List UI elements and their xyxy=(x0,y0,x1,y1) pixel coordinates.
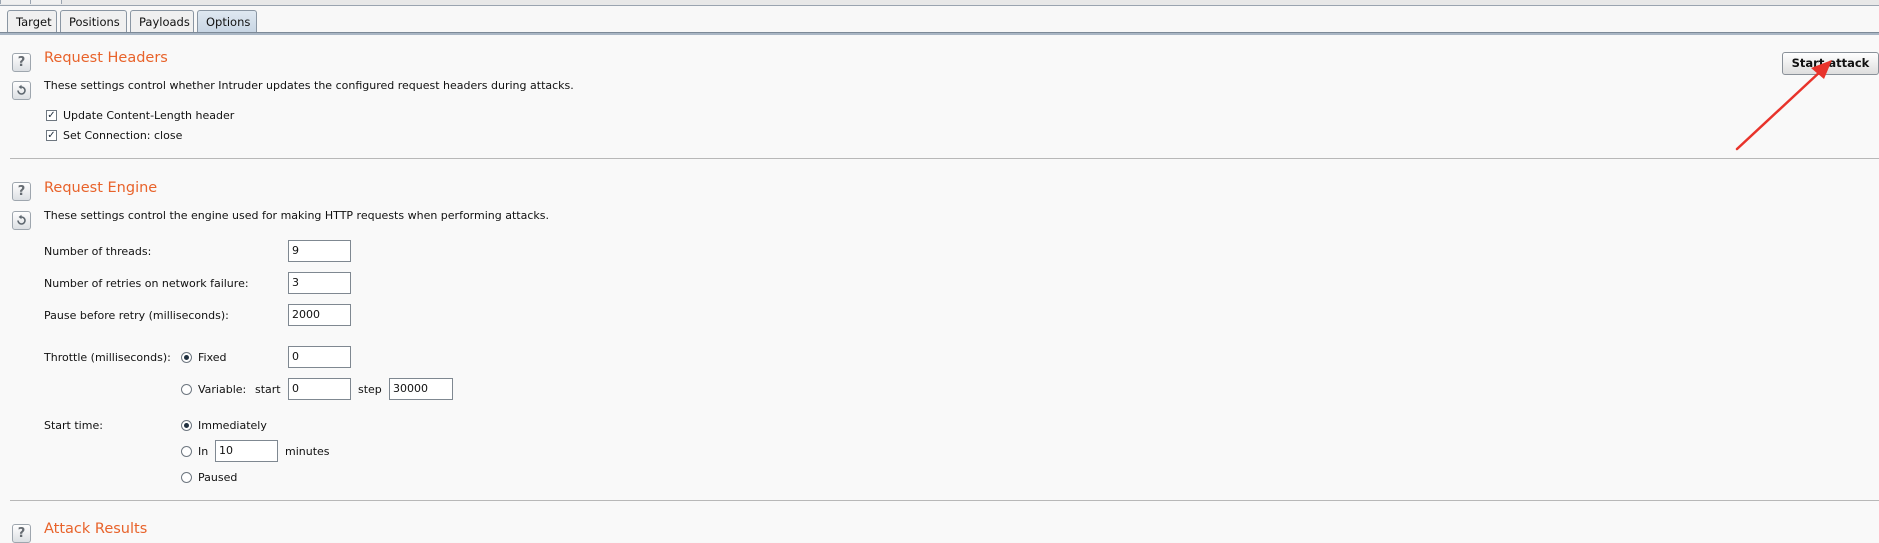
request-headers-description: These settings control whether Intruder … xyxy=(44,79,574,92)
pause-before-retry-input[interactable]: 2000 xyxy=(288,304,351,326)
options-panel xyxy=(0,36,1879,542)
pause-before-retry-label: Pause before retry (milliseconds): xyxy=(44,309,229,322)
update-content-length-label[interactable]: Update Content-Length header xyxy=(63,109,234,122)
start-in-label[interactable]: In xyxy=(198,445,208,458)
help-icon[interactable]: ? xyxy=(12,53,31,72)
top-tab-stub xyxy=(30,0,62,4)
threads-label: Number of threads: xyxy=(44,245,152,258)
request-headers-title: Request Headers xyxy=(44,50,168,66)
start-attack-button[interactable]: Start attack xyxy=(1782,52,1879,75)
tab-target[interactable]: Target xyxy=(7,10,57,32)
throttle-variable-label[interactable]: Variable: xyxy=(198,383,246,396)
retries-input[interactable]: 3 xyxy=(288,272,351,294)
check-mark: ✓ xyxy=(47,130,56,141)
throttle-step-label: step xyxy=(358,383,382,396)
start-in-minutes-input[interactable]: 10 xyxy=(215,440,278,462)
minutes-label: minutes xyxy=(285,445,330,458)
start-immediately-radio[interactable] xyxy=(181,420,192,431)
tab-bar: Target Positions Payloads Options xyxy=(0,8,1879,34)
request-engine-title: Request Engine xyxy=(44,180,158,196)
check-mark: ✓ xyxy=(47,110,56,121)
start-immediately-label[interactable]: Immediately xyxy=(198,419,267,432)
throttle-step-input[interactable]: 30000 xyxy=(389,378,453,400)
throttle-fixed-radio[interactable] xyxy=(181,352,192,363)
start-paused-label[interactable]: Paused xyxy=(198,471,237,484)
tab-positions[interactable]: Positions xyxy=(60,10,127,32)
set-connection-close-checkbox[interactable]: ✓ xyxy=(46,130,57,141)
help-icon[interactable]: ? xyxy=(12,524,31,543)
start-time-label: Start time: xyxy=(44,419,103,432)
window-top-strip xyxy=(0,0,1879,6)
help-icon[interactable]: ? xyxy=(12,182,31,201)
tab-payloads[interactable]: Payloads xyxy=(130,10,194,32)
top-tab-stub xyxy=(0,0,32,4)
reset-icon[interactable] xyxy=(12,81,31,100)
throttle-variable-radio[interactable] xyxy=(181,384,192,395)
attack-results-title: Attack Results xyxy=(44,521,148,537)
tab-underline xyxy=(0,32,1879,35)
start-paused-radio[interactable] xyxy=(181,472,192,483)
retries-label: Number of retries on network failure: xyxy=(44,277,249,290)
section-separator xyxy=(10,500,1879,501)
throttle-fixed-label[interactable]: Fixed xyxy=(198,351,227,364)
tab-options[interactable]: Options xyxy=(197,10,257,32)
throttle-start-label: start xyxy=(255,383,281,396)
reset-icon[interactable] xyxy=(12,211,31,230)
start-in-radio[interactable] xyxy=(181,446,192,457)
throttle-start-input[interactable]: 0 xyxy=(288,378,351,400)
section-separator xyxy=(10,158,1879,159)
threads-input[interactable]: 9 xyxy=(288,240,351,262)
throttle-fixed-input[interactable]: 0 xyxy=(288,346,351,368)
throttle-label: Throttle (milliseconds): xyxy=(44,351,171,364)
update-content-length-checkbox[interactable]: ✓ xyxy=(46,110,57,121)
set-connection-close-label[interactable]: Set Connection: close xyxy=(63,129,182,142)
request-engine-description: These settings control the engine used f… xyxy=(44,209,549,222)
